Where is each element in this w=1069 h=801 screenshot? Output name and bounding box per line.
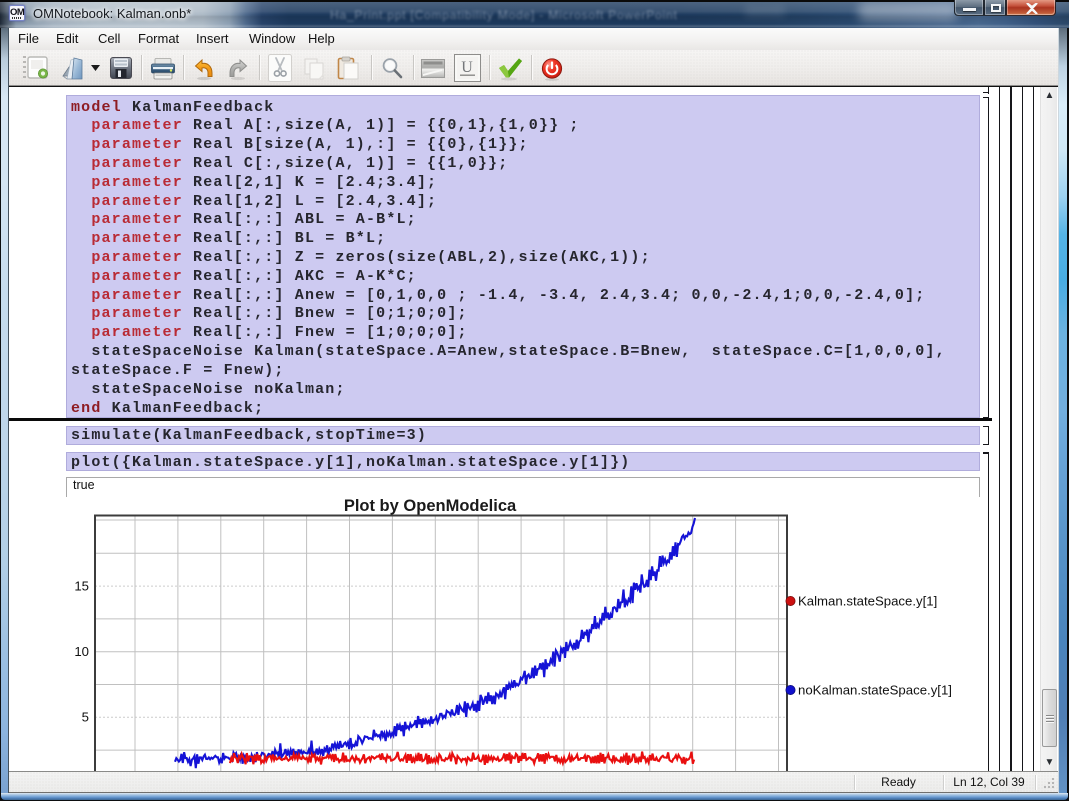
svg-text:5: 5: [82, 710, 89, 725]
svg-text:Plot by OpenModelica: Plot by OpenModelica: [344, 497, 517, 515]
svg-text:15: 15: [74, 579, 89, 594]
svg-text:10: 10: [74, 644, 89, 659]
svg-text:U: U: [461, 59, 473, 76]
svg-text:Kalman.stateSpace.y[1]: Kalman.stateSpace.y[1]: [798, 594, 937, 609]
svg-text:noKalman.stateSpace.y[1]: noKalman.stateSpace.y[1]: [798, 683, 952, 698]
